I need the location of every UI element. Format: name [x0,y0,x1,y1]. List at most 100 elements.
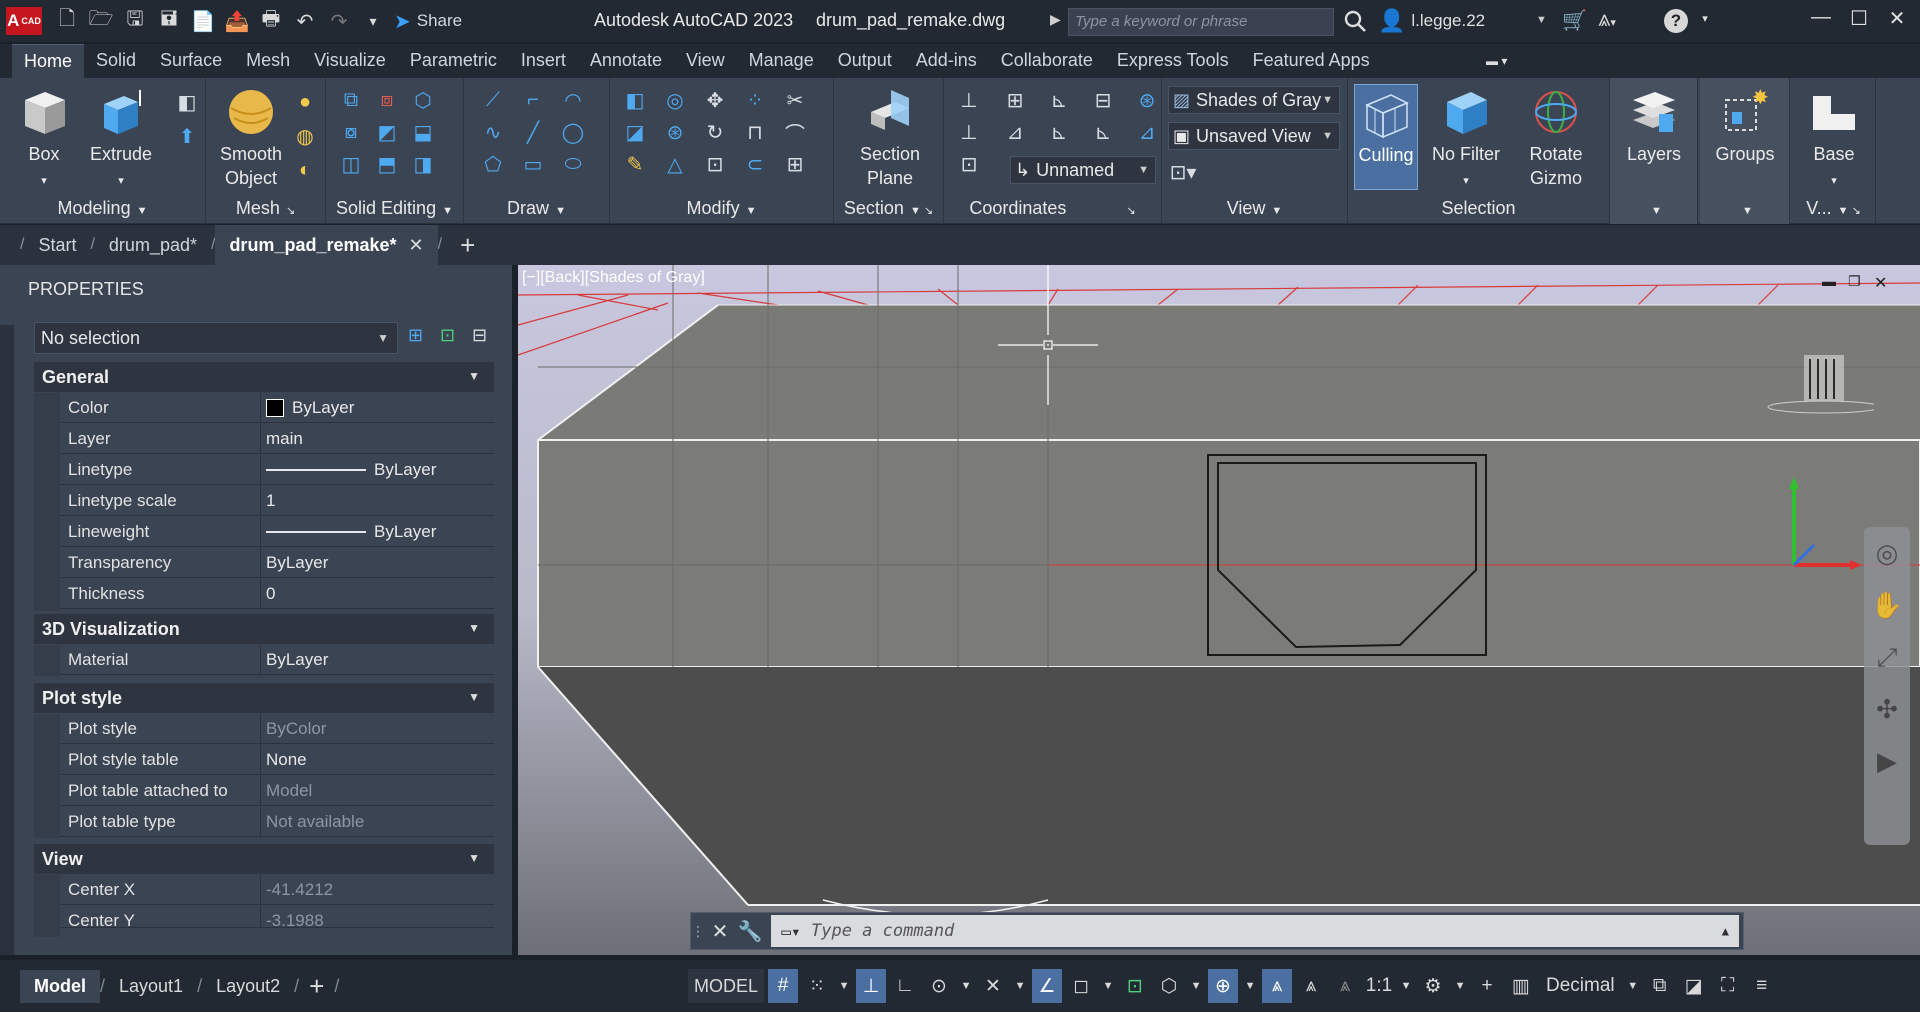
object-snap-dropdown-icon[interactable]: ▼ [1100,969,1116,1003]
object-snap-icon[interactable]: ◻ [1066,969,1096,1003]
modify-group-label[interactable]: Modify ▼ [610,198,833,222]
rotate-icon[interactable]: ↻ [702,118,728,146]
layout-tab-model[interactable]: Model [20,969,100,1003]
3d-rotate-icon[interactable]: ◎ [662,86,688,114]
tab-featured-apps[interactable]: Featured Apps [1241,44,1382,78]
3d-object-snap-icon[interactable]: ⊡ [1120,969,1150,1003]
tab-home[interactable]: Home [12,44,85,78]
polar-dropdown-icon[interactable]: ▼ [958,969,974,1003]
array-rect-icon[interactable]: ⊞ [782,150,808,178]
chevron-down-icon[interactable]: ▼ [1536,14,1547,26]
trim-icon[interactable]: ✂ [782,86,808,114]
align-icon[interactable]: ◪ [622,118,648,146]
dynamic-ucs-icon[interactable]: ⬡ [1154,969,1184,1003]
offset-icon[interactable]: ⊂ [742,150,768,178]
help-icon[interactable]: ? [1664,9,1688,33]
view-group-truncated-label[interactable]: V... ▼ ↘ [1792,198,1875,222]
palette-side-handle[interactable] [0,325,14,955]
minimize-icon[interactable]: — [1806,6,1836,29]
tab-surface[interactable]: Surface [148,44,234,78]
interfere-icon[interactable]: ◫ [338,150,364,178]
units-selector[interactable]: Decimal [1540,969,1621,1003]
erase-icon[interactable]: ✎ [622,150,648,178]
annotation-scale[interactable]: 1:1 [1364,969,1394,1003]
units-dropdown-icon[interactable]: ▼ [1625,969,1641,1003]
ucs-previous-icon[interactable]: ⊟ [1090,86,1116,114]
scale-icon[interactable]: ⊡ [702,150,728,178]
circle-icon[interactable]: ◯ [560,118,586,146]
annotation-scale-dropdown-icon[interactable]: ▼ [1398,969,1414,1003]
ribbon-minimize-icon[interactable]: ▬ ▾ [1486,54,1522,70]
snap-dropdown-icon[interactable]: ▼ [836,969,852,1003]
customization-menu-icon[interactable]: ≡ [1747,969,1777,1003]
refine-mesh-icon[interactable]: ◐ [292,156,318,184]
orbit-icon[interactable]: ✣ [1864,683,1910,735]
property-row[interactable]: Color ByLayer [60,393,494,423]
construction-line-icon[interactable]: ╱ [520,118,546,146]
layers-button[interactable]: Layers [1618,84,1690,166]
share-button[interactable]: ➤ Share [394,9,462,34]
mesh-group-label[interactable]: Mesh ↘ [206,198,325,222]
showmotion-icon[interactable]: ▶ [1864,735,1910,787]
ucs-view-icon[interactable]: ⊛ [1134,86,1160,114]
annotation-monitor-icon[interactable]: + [1472,969,1502,1003]
workspace-dropdown-icon[interactable]: ▼ [1452,969,1468,1003]
cart-icon[interactable]: 🛒 [1562,8,1587,33]
tab-visualize[interactable]: Visualize [302,44,398,78]
customize-command-icon[interactable]: 🔧 [735,919,765,944]
base-view-button[interactable]: Base ▾ [1796,84,1872,193]
model-space-canvas[interactable] [518,265,1920,955]
ucs-named-dropdown[interactable]: ↳ Unnamed ▼ [1010,156,1156,184]
search-icon[interactable] [1342,8,1368,34]
groups-button[interactable]: ✸ Groups [1708,84,1782,166]
new-layout-icon[interactable]: + [299,971,334,1002]
fillet-icon[interactable]: ⌒ [782,118,808,146]
layout-tab-layout2[interactable]: Layout2 [202,970,294,1003]
section-group-label[interactable]: Section ▼ ↘ [834,198,943,222]
ucs-3point-icon[interactable]: ⊿ [1134,118,1160,146]
property-row[interactable]: Center Y -3.1988 [60,906,494,928]
close-command-icon[interactable]: ✕ [705,919,735,944]
layout-tab-layout1[interactable]: Layout1 [105,970,197,1003]
general-category[interactable]: General ▼ [34,362,494,392]
rectangle-icon[interactable]: ▭ [520,150,546,178]
graphics-performance-icon[interactable]: ◪ [1679,969,1709,1003]
pan-icon[interactable]: ✋ [1864,579,1910,631]
property-row[interactable]: Center X -41.4212 [60,875,494,905]
tab-solid[interactable]: Solid [84,44,148,78]
smooth-object-button[interactable]: Smooth Object [216,84,286,190]
subtract-icon[interactable]: ⧈ [374,86,400,114]
rotate-gizmo-button[interactable]: Rotate Gizmo [1516,84,1596,190]
select-objects-icon[interactable]: ⊡ [440,325,466,351]
property-row[interactable]: Plot style table None [60,745,494,775]
saved-view-dropdown[interactable]: ▣ Unsaved View ▼ [1168,122,1340,150]
qat-customize-icon[interactable]: ▾ [360,8,386,34]
zoom-extents-icon[interactable]: ⤢ [1864,631,1910,683]
property-row[interactable]: Thickness 0 [60,579,494,609]
smooth-less-icon[interactable]: ◍ [292,122,318,150]
no-filter-button[interactable]: No Filter ▾ [1428,84,1504,193]
open-folder-icon[interactable]: 🗁 [88,8,114,34]
culling-button[interactable]: Culling [1354,84,1418,190]
property-row[interactable]: Material ByLayer [60,645,494,675]
selection-filter-icon[interactable]: ⊕ [1208,969,1239,1003]
ucs-y-icon[interactable]: ⊾ [1046,118,1072,146]
ellipse-icon[interactable]: ⬭ [560,150,586,178]
tab-view[interactable]: View [674,44,737,78]
quick-select-icon[interactable]: ⊟ [472,325,498,351]
units-icon[interactable]: ▥ [1506,969,1536,1003]
ucs-object-icon[interactable]: ⊡ [956,150,982,178]
command-input[interactable]: ▭▾ Type a command ▲ [771,915,1739,947]
model-space-toggle[interactable]: MODEL [688,969,765,1003]
ucs-z-icon[interactable]: ⊾ [1090,118,1116,146]
help-menu-chevron-icon[interactable]: ▾ [1690,12,1720,25]
open-web-icon[interactable]: 📄 [190,8,216,34]
tab-mesh[interactable]: Mesh [234,44,302,78]
ucs-origin-icon[interactable]: ⊥ [956,118,982,146]
tab-output[interactable]: Output [826,44,904,78]
ortho-icon[interactable]: ∟ [890,969,920,1003]
intersect-icon[interactable]: ⧇ [338,118,364,146]
viewport-minimize-icon[interactable]: ▬ [1822,273,1836,289]
user-account[interactable]: 👤 l.legge.22 [1378,8,1485,34]
tab-collaborate[interactable]: Collaborate [989,44,1105,78]
